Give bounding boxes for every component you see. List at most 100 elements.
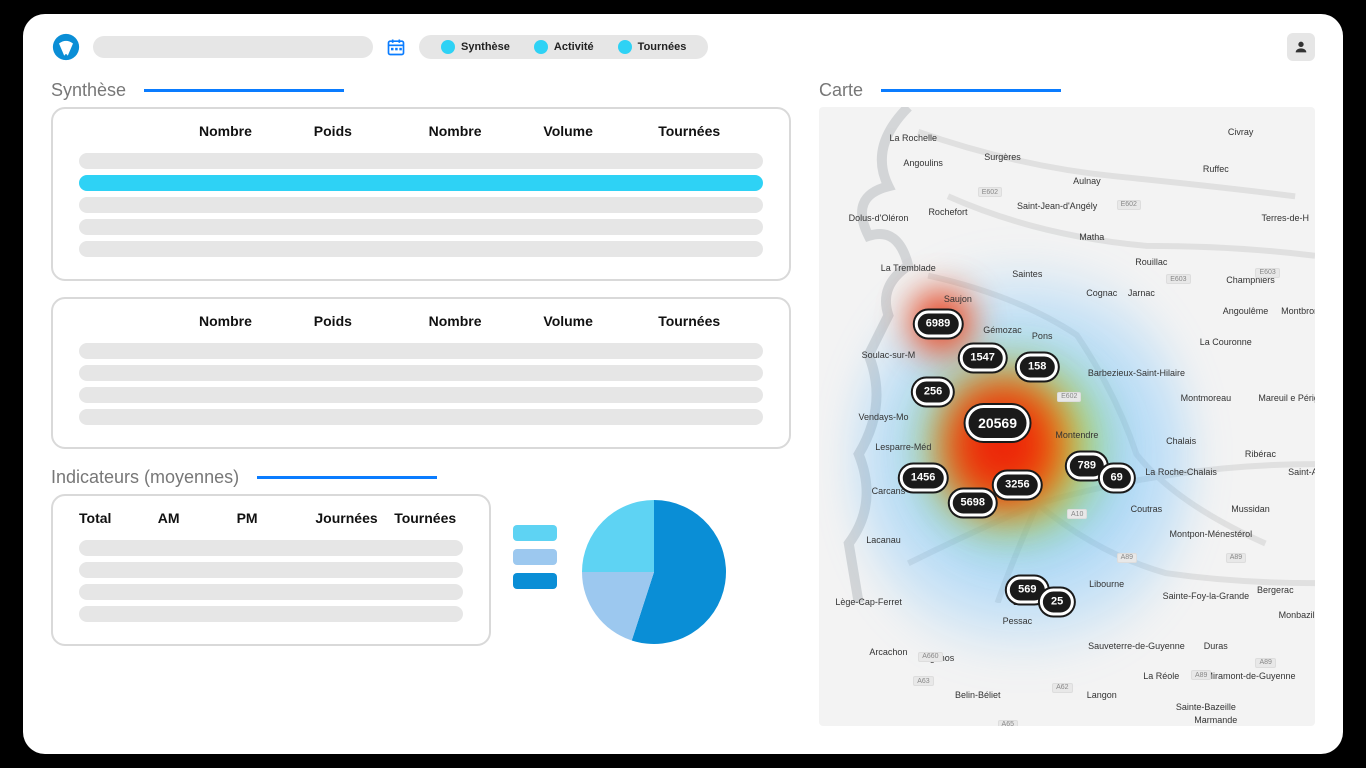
col-header bbox=[79, 313, 189, 329]
table-row[interactable] bbox=[79, 409, 763, 425]
table-row[interactable] bbox=[79, 197, 763, 213]
section-title-synthese: Synthèse bbox=[51, 80, 791, 101]
map-city-label: Monbazilla bbox=[1279, 610, 1315, 620]
map-road-badge: A89 bbox=[1191, 670, 1211, 680]
table-row[interactable] bbox=[79, 584, 463, 600]
table-row[interactable] bbox=[79, 343, 763, 359]
tab-tournees[interactable]: Tournées bbox=[606, 38, 699, 56]
map-city-label: Sainte-Foy-la-Grande bbox=[1163, 591, 1250, 601]
col-header: Poids bbox=[314, 313, 419, 329]
map-road-badge: E603 bbox=[1166, 274, 1190, 284]
table-row[interactable] bbox=[79, 606, 463, 622]
col-header: Journées bbox=[315, 510, 384, 526]
tab-label: Tournées bbox=[638, 41, 687, 53]
map-city-label: Carcans bbox=[872, 486, 906, 496]
col-header: Tournées bbox=[658, 313, 763, 329]
table-row[interactable] bbox=[79, 153, 763, 169]
map-city-label: La Couronne bbox=[1200, 337, 1252, 347]
map-city-label: Saintes bbox=[1012, 269, 1042, 279]
col-header: Nombre bbox=[429, 313, 534, 329]
map-city-label: Langon bbox=[1087, 690, 1117, 700]
map-city-label: Montmoreau bbox=[1181, 393, 1232, 403]
map-city-label: Belin-Béliet bbox=[955, 690, 1001, 700]
map-city-label: Marmande bbox=[1194, 715, 1237, 725]
table-row[interactable] bbox=[79, 365, 763, 381]
map-city-label: Chalais bbox=[1166, 436, 1196, 446]
pie-legend bbox=[513, 525, 557, 589]
map-cluster-marker[interactable]: 158 bbox=[1017, 353, 1057, 380]
map-city-label: Saujon bbox=[944, 294, 972, 304]
search-input[interactable] bbox=[93, 36, 373, 58]
map-city-label: Mareuil e Périgord bbox=[1258, 393, 1315, 403]
map-city-label: Saint-As bbox=[1288, 467, 1315, 477]
map-city-label: Aulnay bbox=[1073, 176, 1101, 186]
section-title-text: Synthèse bbox=[51, 80, 126, 101]
map-city-label: Civray bbox=[1228, 127, 1254, 137]
map-city-label: Soulac-sur-M bbox=[862, 350, 916, 360]
map-cluster-marker[interactable]: 3256 bbox=[994, 471, 1040, 498]
section-title-text: Carte bbox=[819, 80, 863, 101]
map-city-label: Libourne bbox=[1089, 579, 1124, 589]
map-cluster-marker[interactable]: 20569 bbox=[965, 405, 1030, 441]
tab-label: Activité bbox=[554, 41, 594, 53]
map-road-badge: A89 bbox=[1117, 553, 1137, 563]
col-header: Total bbox=[79, 510, 148, 526]
map-city-label: Vendays-Mo bbox=[858, 412, 908, 422]
map-road-badge: A89 bbox=[1226, 553, 1246, 563]
map-cluster-marker[interactable]: 5698 bbox=[950, 490, 996, 517]
map-city-label: Lège-Cap-Ferret bbox=[835, 597, 902, 607]
map-cluster-marker[interactable]: 69 bbox=[1099, 465, 1133, 492]
table-row[interactable] bbox=[79, 562, 463, 578]
section-title-carte: Carte bbox=[819, 80, 1315, 101]
title-underline bbox=[257, 476, 437, 479]
map-cluster-marker[interactable]: 256 bbox=[913, 378, 953, 405]
pie-slice bbox=[582, 500, 654, 572]
title-underline bbox=[144, 89, 344, 92]
map-cluster-marker[interactable]: 6989 bbox=[915, 310, 961, 337]
map-city-label: Saint-Jean-d'Angély bbox=[1017, 201, 1097, 211]
col-header: Nombre bbox=[199, 123, 304, 139]
map-city-label: Montbron bbox=[1281, 306, 1315, 316]
map-city-label: Montendre bbox=[1055, 430, 1098, 440]
calendar-button[interactable] bbox=[385, 36, 407, 58]
table-header-row: Nombre Poids Nombre Volume Tournées bbox=[67, 119, 775, 147]
heatmap[interactable]: La RochelleAngoulinsSurgèresCivrayAulnay… bbox=[819, 107, 1315, 726]
table-row-selected[interactable] bbox=[79, 175, 763, 191]
map-city-label: La Réole bbox=[1143, 671, 1179, 681]
table-row[interactable] bbox=[79, 540, 463, 556]
map-city-label: Cognac bbox=[1086, 288, 1117, 298]
map-road-badge: A89 bbox=[1255, 658, 1275, 668]
map-road-badge: E602 bbox=[1117, 200, 1141, 210]
table-row[interactable] bbox=[79, 387, 763, 403]
map-city-label: Sainte-Bazeille bbox=[1176, 702, 1236, 712]
map-cluster-marker[interactable]: 25 bbox=[1040, 589, 1074, 616]
tab-synthese[interactable]: Synthèse bbox=[429, 38, 522, 56]
map-city-label: Terres-de-H bbox=[1261, 213, 1309, 223]
map-cluster-marker[interactable]: 1547 bbox=[959, 344, 1005, 371]
map-road-badge: E602 bbox=[978, 187, 1002, 197]
map-road-badge: A10 bbox=[1067, 509, 1087, 519]
tab-activite[interactable]: Activité bbox=[522, 38, 606, 56]
title-underline bbox=[881, 89, 1061, 92]
map-city-label: Angoulême bbox=[1223, 306, 1269, 316]
topbar: Synthèse Activité Tournées bbox=[51, 32, 1315, 62]
map-city-label: Duras bbox=[1204, 641, 1228, 651]
table-row[interactable] bbox=[79, 219, 763, 235]
synthese-table-2: Nombre Poids Nombre Volume Tournées bbox=[51, 297, 791, 449]
col-header: AM bbox=[158, 510, 227, 526]
map-city-label: Pons bbox=[1032, 331, 1053, 341]
col-header: Volume bbox=[543, 123, 648, 139]
map-city-label: Lacanau bbox=[866, 535, 901, 545]
map-city-label: Angoulins bbox=[903, 158, 943, 168]
map-city-label: Arcachon bbox=[869, 647, 907, 657]
dot-icon bbox=[618, 40, 632, 54]
map-city-label: Bergerac bbox=[1257, 585, 1294, 595]
map-city-label: Rochefort bbox=[928, 207, 967, 217]
map-city-label: Dolus-d'Oléron bbox=[849, 213, 909, 223]
dot-icon bbox=[534, 40, 548, 54]
user-menu-button[interactable] bbox=[1287, 33, 1315, 61]
map-cluster-marker[interactable]: 1456 bbox=[900, 465, 946, 492]
map-city-label: Matha bbox=[1079, 232, 1104, 242]
indicateurs-table: Total AM PM Journées Tournées bbox=[51, 494, 491, 646]
table-row[interactable] bbox=[79, 241, 763, 257]
